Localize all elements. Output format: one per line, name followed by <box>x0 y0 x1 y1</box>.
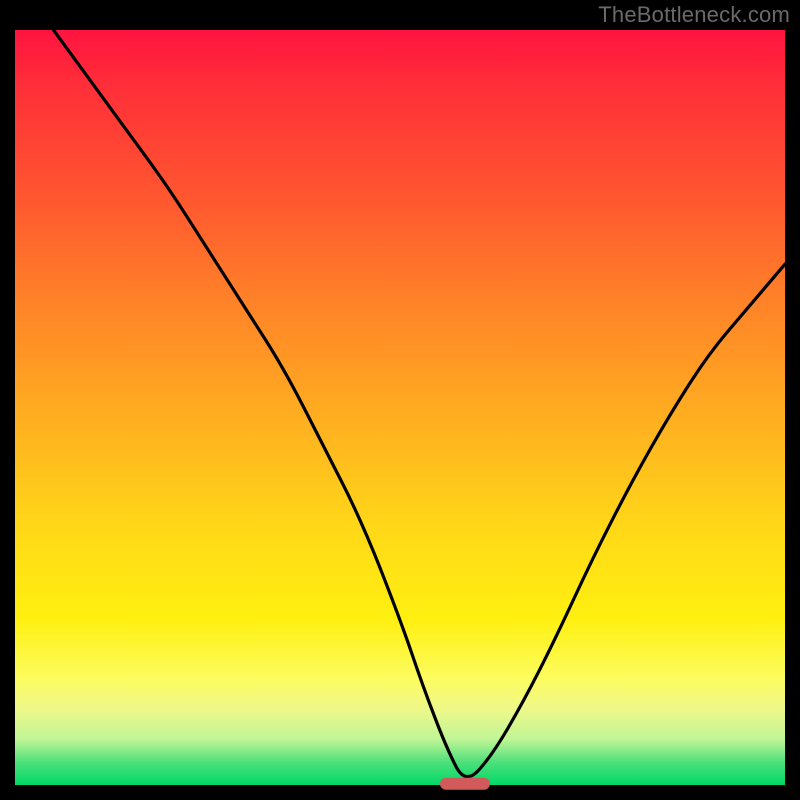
bottleneck-curve <box>15 30 785 785</box>
optimal-marker <box>440 778 490 790</box>
plot-area <box>15 30 785 785</box>
watermark-text: TheBottleneck.com <box>598 2 790 28</box>
chart-frame: TheBottleneck.com <box>0 0 800 800</box>
